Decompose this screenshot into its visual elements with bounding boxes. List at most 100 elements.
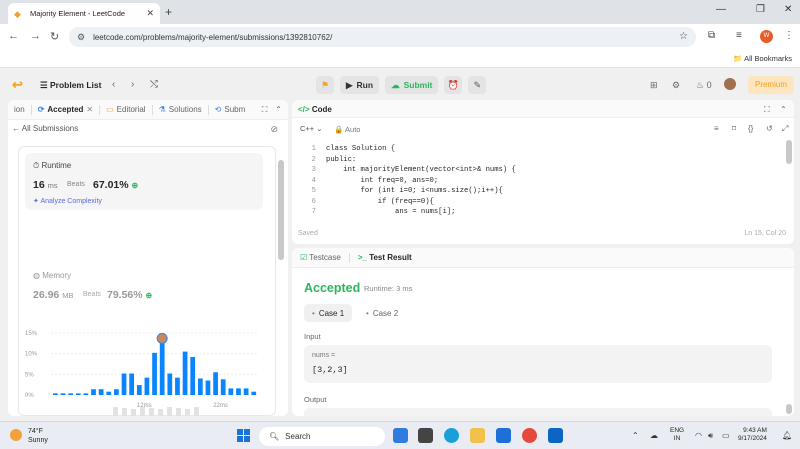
bookmark-code-icon[interactable]: ⌑ — [732, 124, 736, 133]
format-icon[interactable]: ≡ — [714, 124, 719, 133]
language-select[interactable]: C++ ⌄ — [300, 125, 323, 133]
layout-icon[interactable]: ⊞ — [650, 80, 658, 91]
system-clock[interactable]: 9:43 AM 9/17/2024 — [738, 427, 767, 443]
code-line[interactable]: 1 class Solution { — [304, 144, 516, 155]
streak-count: 0 — [706, 80, 712, 90]
new-tab-icon[interactable]: + — [165, 5, 172, 19]
output-label: Output — [304, 395, 327, 404]
result-scrollbar[interactable] — [786, 404, 792, 414]
tab-solutions[interactable]: ⚗ Solutions — [153, 105, 208, 114]
problem-list-button[interactable]: ☰ Problem List — [40, 80, 101, 91]
tab-accepted[interactable]: ⟳ Accepted ✕ — [32, 105, 99, 114]
notes-icon[interactable]: ✎ — [468, 76, 487, 94]
code-editor[interactable]: 1 class Solution {2 public: 3 int majorityE… — [304, 144, 516, 218]
forward-icon[interactable]: → — [30, 30, 41, 42]
link-icon[interactable]: ⊘ — [270, 124, 278, 135]
case-2-tab[interactable]: • Case 2 — [358, 304, 406, 322]
code-line[interactable]: 2 public: — [304, 155, 516, 166]
close-tab-icon[interactable]: ✕ — [146, 8, 154, 19]
back-icon[interactable]: ← — [8, 30, 19, 42]
leetcode-logo-icon[interactable]: ↩ — [12, 77, 23, 93]
collapse-code-icon[interactable]: ⌃ — [780, 105, 787, 114]
tab-description[interactable]: ion — [8, 105, 31, 114]
site-info-icon[interactable]: ⚙ — [77, 32, 85, 43]
store-app-icon[interactable] — [496, 428, 511, 443]
input-name: nums = — [312, 352, 336, 359]
runtime-box[interactable]: ⏱ Runtime 16 ms Beats 67.01% ⊕ ✦ Analyze… — [25, 153, 263, 210]
timer-icon[interactable]: ⏰ — [444, 76, 463, 94]
all-submissions-link[interactable]: ← All Submissions — [12, 124, 78, 133]
extensions-icon[interactable]: ⧉ — [708, 30, 715, 41]
chrome-app-icon[interactable] — [522, 428, 537, 443]
settings-icon[interactable]: ⚙ — [672, 80, 680, 91]
code-line[interactable]: 6 if (freq==0){ — [304, 197, 516, 208]
case-1-tab[interactable]: • Case 1 — [304, 304, 353, 322]
maximize-panel-icon[interactable]: ⛶ — [262, 105, 268, 115]
collapse-panel-icon[interactable]: ⌃ — [275, 105, 282, 115]
chart-bar — [106, 391, 112, 395]
code-line[interactable]: 3 int majorityElement(vector<int>& nums)… — [304, 165, 516, 176]
streak-icon[interactable]: ♨ 0 — [696, 80, 712, 91]
language-indicator[interactable]: ENG IN — [670, 427, 684, 443]
all-bookmarks-button[interactable]: 📁 All Bookmarks — [733, 54, 792, 63]
windows-start-icon[interactable] — [237, 429, 250, 442]
tab-submissions[interactable]: ⟲ Subm — [209, 105, 252, 114]
chart-bar — [75, 393, 81, 395]
browser-tabbar: ◆ Majority Element - LeetCode ✕ + — ❐ ✕ — [0, 0, 800, 24]
wifi-icon[interactable]: ◠ — [695, 431, 702, 440]
reset-icon[interactable]: ↺ — [766, 124, 773, 133]
run-button[interactable]: ▶ Run — [340, 76, 380, 94]
tab-testcase[interactable]: ☑ Testcase — [292, 253, 341, 262]
file-explorer-icon[interactable] — [470, 428, 485, 443]
menu-icon[interactable]: ⋮ — [784, 30, 794, 41]
taskbar-search[interactable]: 🔍︎ Search — [259, 427, 385, 446]
chart-bar — [197, 378, 203, 395]
terminal-icon: >_ — [357, 253, 367, 262]
pass-dot-icon: • — [312, 308, 315, 318]
premium-button[interactable]: Premium — [748, 76, 794, 94]
memory-beats-percent: 79.56% — [107, 289, 143, 301]
media-icon[interactable]: ≡ — [736, 30, 742, 41]
user-avatar[interactable] — [724, 78, 736, 90]
edge-app-icon[interactable] — [444, 428, 459, 443]
shuffle-icon[interactable]: ⤭ — [150, 79, 158, 90]
network-icon[interactable]: ☁ — [650, 431, 658, 440]
maximize-icon[interactable]: ❐ — [756, 4, 765, 15]
cursor-position: Ln 15, Col 20 — [744, 230, 786, 237]
code-scrollbar[interactable] — [786, 140, 792, 164]
code-line[interactable]: 4 int freq=0, ans=0; — [304, 176, 516, 187]
left-scrollbar[interactable] — [278, 160, 284, 260]
tray-expand-icon[interactable]: ⌃ — [632, 431, 639, 440]
battery-icon[interactable]: ▭ — [722, 431, 730, 440]
debug-icon[interactable]: ⚑ — [316, 76, 334, 94]
close-tab-accepted-icon[interactable]: ✕ — [86, 105, 93, 114]
notifications-icon[interactable]: 🔔︎ — [782, 431, 792, 440]
next-problem-icon[interactable]: › — [131, 79, 134, 90]
browser-tab[interactable]: ◆ Majority Element - LeetCode ✕ — [8, 3, 160, 24]
runtime-distribution-chart[interactable]: 15%10%5%0%12ms 22ms — [19, 323, 277, 416]
task-view-icon[interactable] — [418, 428, 433, 443]
submit-button[interactable]: ☁ Submit — [385, 76, 439, 94]
close-window-icon[interactable]: ✕ — [784, 4, 792, 15]
maximize-code-icon[interactable]: ⛶ — [764, 105, 770, 115]
fullscreen-icon[interactable]: ⤢ — [782, 124, 788, 134]
bookmark-star-icon[interactable]: ☆ — [679, 31, 688, 42]
prev-problem-icon[interactable]: ‹ — [112, 79, 115, 90]
region-code: IN — [673, 435, 681, 442]
profile-avatar[interactable]: W — [760, 30, 773, 43]
url-input[interactable]: ⚙ leetcode.com/problems/majority-element… — [69, 27, 696, 47]
auto-mode[interactable]: 🔒 Auto — [334, 125, 360, 134]
analyze-complexity-link[interactable]: ✦ Analyze Complexity — [33, 197, 102, 205]
code-line[interactable]: 7 ans = nums[i]; — [304, 207, 516, 218]
tab-editorial[interactable]: ▭ Editorial — [100, 105, 151, 114]
linkedin-app-icon[interactable] — [548, 428, 563, 443]
search-icon: 🔍︎ — [269, 432, 280, 441]
volume-icon[interactable]: 🔊︎ — [708, 431, 713, 441]
braces-icon[interactable]: {} — [748, 124, 753, 133]
code-line[interactable]: 5 for (int i=0; i<nums.size();i++){ — [304, 186, 516, 197]
reload-icon[interactable]: ↻ — [50, 30, 59, 43]
tab-test-result[interactable]: >_ Test Result — [350, 253, 412, 262]
minimize-icon[interactable]: — — [716, 4, 726, 15]
url-text: leetcode.com/problems/majority-element/s… — [93, 32, 333, 42]
copilot-app-icon[interactable] — [393, 428, 408, 443]
